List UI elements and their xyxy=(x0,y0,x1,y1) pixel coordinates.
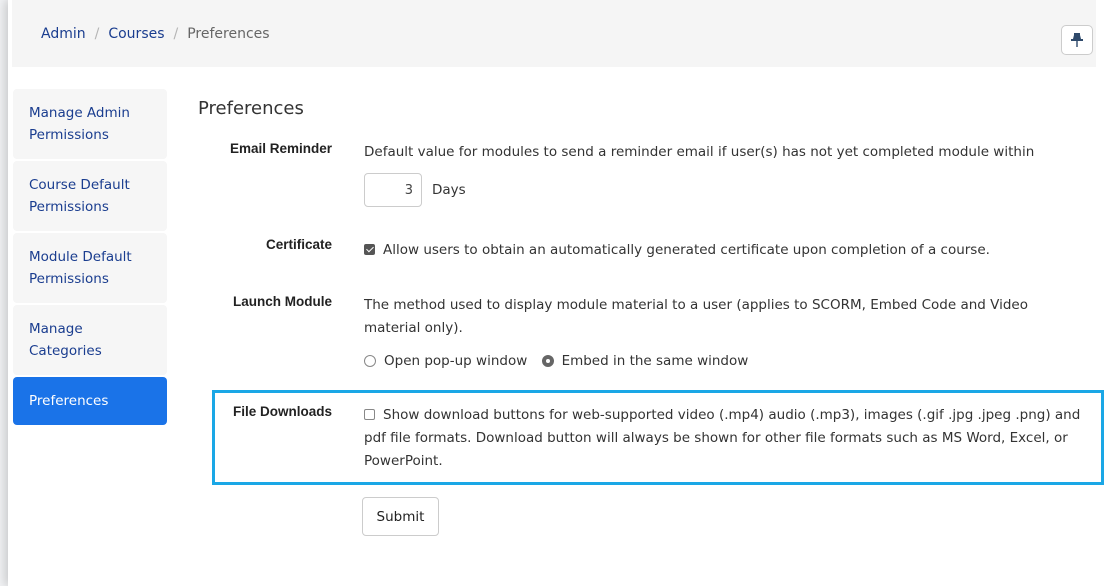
file-downloads-label: File Downloads xyxy=(232,404,332,419)
breadcrumb-current: Preferences xyxy=(187,26,270,42)
sidebar-item-module-default-permissions[interactable]: Module Default Permissions xyxy=(13,233,167,303)
sidebar-item-manage-categories[interactable]: Manage Categories xyxy=(13,305,167,375)
sidebar-item-manage-admin-permissions[interactable]: Manage Admin Permissions xyxy=(13,89,167,159)
pin-icon xyxy=(1071,33,1083,47)
breadcrumb-courses[interactable]: Courses xyxy=(108,26,164,42)
radio-embed-same-window[interactable]: Embed in the same window xyxy=(541,353,749,369)
breadcrumb-separator: / xyxy=(173,26,179,42)
sidebar-item-course-default-permissions[interactable]: Course Default Permissions xyxy=(13,161,167,231)
launch-module-label: Launch Module xyxy=(233,294,332,309)
file-downloads-text: Show download buttons for web-supported … xyxy=(364,407,1081,469)
sidebar: Manage Admin Permissions Course Default … xyxy=(13,89,167,427)
email-reminder-label: Email Reminder xyxy=(229,141,332,156)
submit-button[interactable]: Submit xyxy=(362,497,439,536)
radio-button-selected xyxy=(541,355,554,367)
radio-open-popup[interactable]: Open pop-up window xyxy=(364,353,532,369)
launch-module-description: The method used to display module materi… xyxy=(364,297,1028,336)
main-content: Preferences xyxy=(198,98,304,119)
page-title: Preferences xyxy=(198,98,304,119)
radio-open-popup-label: Open pop-up window xyxy=(384,353,528,369)
certificate-label: Certificate xyxy=(265,237,332,252)
breadcrumb-separator: / xyxy=(94,26,100,42)
certificate-checkbox[interactable] xyxy=(364,244,375,255)
pin-button[interactable] xyxy=(1061,25,1093,55)
reminder-days-input[interactable] xyxy=(364,173,422,207)
sidebar-item-preferences[interactable]: Preferences xyxy=(13,377,167,425)
radio-button xyxy=(364,355,376,367)
file-downloads-checkbox[interactable] xyxy=(364,409,375,420)
top-bar: Admin / Courses / Preferences xyxy=(12,0,1096,67)
app-window xyxy=(8,0,1104,586)
breadcrumb-admin[interactable]: Admin xyxy=(41,26,86,42)
breadcrumb: Admin / Courses / Preferences xyxy=(41,26,270,42)
email-reminder-description: Default value for modules to send a remi… xyxy=(364,144,1035,160)
certificate-text: Allow users to obtain an automatically g… xyxy=(383,242,990,258)
days-unit-label: Days xyxy=(432,181,466,198)
radio-embed-same-window-label: Embed in the same window xyxy=(561,353,749,369)
